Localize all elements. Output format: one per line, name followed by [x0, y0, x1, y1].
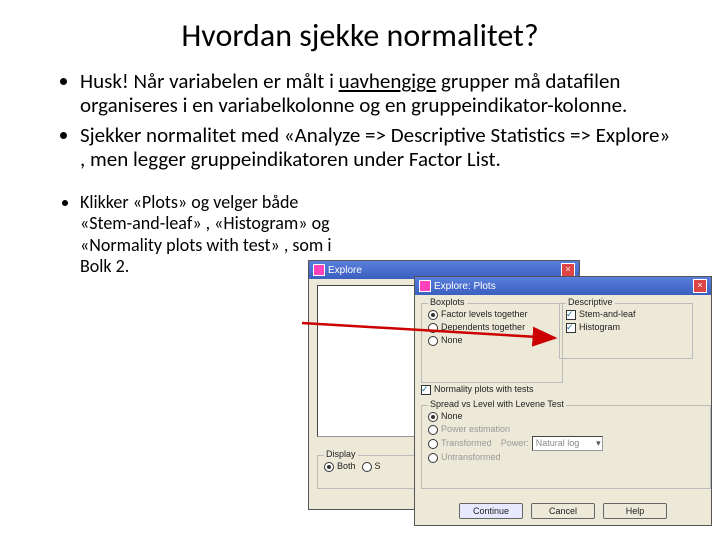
bullet-3: Klikker «Plots» og velger både «Stem-and… — [80, 192, 340, 278]
boxplots-dependents-radio[interactable]: Dependents together — [428, 321, 556, 334]
app-icon — [419, 280, 431, 292]
histogram-label: Histogram — [579, 321, 620, 334]
descriptive-legend: Descriptive — [566, 297, 615, 307]
power-sublabel: Power: — [501, 437, 529, 450]
stem-leaf-label: Stem-and-leaf — [579, 308, 636, 321]
spread-none-radio[interactable]: None — [428, 410, 704, 423]
histogram-checkbox[interactable]: Histogram — [566, 321, 686, 334]
spread-power-label: Power estimation — [441, 423, 510, 436]
variable-listbox[interactable] — [317, 285, 419, 437]
explore-plots-dialog: Explore: Plots × Boxplots Factor levels … — [414, 276, 712, 526]
bullet-1: Husk! Når variabelen er målt i uavhengig… — [80, 69, 680, 117]
power-select[interactable]: Natural log — [532, 436, 603, 451]
boxplots-legend: Boxplots — [428, 297, 467, 307]
plots-titlebar: Explore: Plots × — [415, 277, 711, 295]
spread-untransformed-label: Untransformed — [441, 451, 501, 464]
bullet-2: Sjekker normalitet med «Analyze => Descr… — [80, 123, 680, 171]
display-legend: Display — [324, 449, 358, 459]
boxplots-factor-radio[interactable]: Factor levels together — [428, 308, 556, 321]
page-title: Hvordan sjekke normalitet? — [40, 16, 680, 55]
cancel-button[interactable]: Cancel — [531, 503, 595, 519]
bullet-1-underline: uavhengige — [339, 68, 437, 94]
spread-none-label: None — [441, 410, 463, 423]
app-icon — [313, 264, 325, 276]
normality-label: Normality plots with tests — [434, 383, 534, 396]
plots-title: Explore: Plots — [434, 281, 690, 292]
stem-leaf-checkbox[interactable]: Stem-and-leaf — [566, 308, 686, 321]
spread-legend: Spread vs Level with Levene Test — [428, 399, 566, 409]
boxplots-none-label: None — [441, 334, 463, 347]
help-button[interactable]: Help — [603, 503, 667, 519]
boxplots-dependents-label: Dependents together — [441, 321, 525, 334]
explore-title: Explore — [328, 265, 558, 276]
display-both-radio[interactable]: Both — [324, 460, 356, 473]
display-both-label: Both — [337, 460, 356, 473]
display-stats-radio[interactable]: S — [362, 460, 381, 473]
close-icon[interactable]: × — [561, 263, 575, 277]
spread-untransformed-radio[interactable]: Untransformed — [428, 451, 704, 464]
display-stats-label: S — [375, 460, 381, 473]
boxplots-none-radio[interactable]: None — [428, 334, 556, 347]
spread-power-radio[interactable]: Power estimation — [428, 423, 704, 436]
spread-transformed-label: Transformed — [441, 437, 492, 450]
bullet-1-pre: Husk! Når variabelen er målt i — [80, 68, 339, 94]
close-icon[interactable]: × — [693, 279, 707, 293]
spread-transformed-radio[interactable]: Transformed Power: Natural log — [428, 436, 704, 451]
boxplots-factor-label: Factor levels together — [441, 308, 528, 321]
normality-checkbox[interactable]: Normality plots with tests — [421, 383, 534, 396]
continue-button[interactable]: Continue — [459, 503, 523, 519]
